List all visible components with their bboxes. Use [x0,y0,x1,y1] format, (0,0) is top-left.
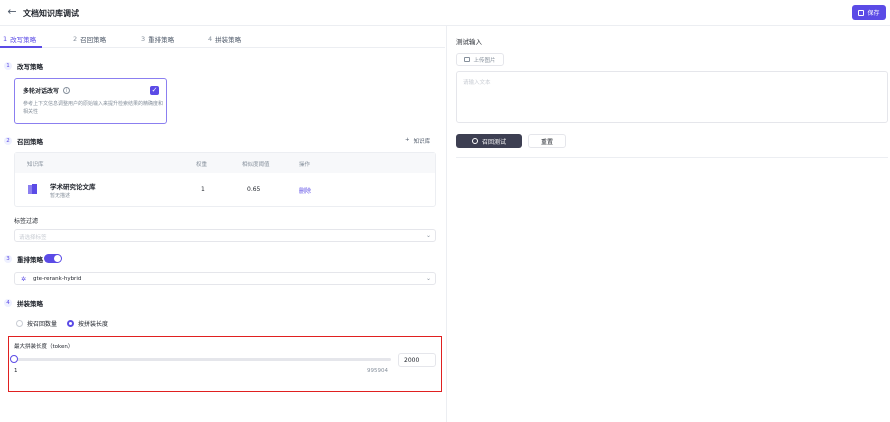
section-number: 3 [4,255,12,263]
panel-divider [446,26,447,422]
tab-label: 召回策略 [80,36,107,44]
section-assemble-header: 4 拼装策略 [4,298,43,308]
slider-handle[interactable] [10,355,18,363]
tab-label: 重排策略 [148,36,175,44]
rewrite-card-title: 多轮对话改写 i [23,86,71,95]
tab-number: 3 [141,35,146,43]
tab-label: 改写策略 [10,36,37,44]
search-icon [471,138,478,144]
rewrite-checkbox[interactable]: ✓ [150,86,159,95]
section-number: 1 [4,62,12,70]
rerank-model-select[interactable]: ✲ gte-rerank-hybrid ⌄ [14,272,436,285]
rerank-toggle[interactable] [44,254,62,263]
tab-number: 2 [73,35,78,43]
book-icon [28,184,37,194]
plus-icon: + [405,137,410,143]
image-icon [464,57,471,62]
tab-divider [0,47,445,48]
table-header: 知识库 权重 相似度阈值 操作 [15,153,435,173]
top-bar [0,0,890,26]
tag-filter-label: 标签过滤 [14,218,39,225]
test-text-input[interactable]: 请输入文本 [456,71,888,123]
section-title: 改写策略 [17,63,43,71]
toggle-knob [54,255,61,262]
tag-filter-placeholder: 请选择标签 [19,235,47,241]
rewrite-option-card[interactable]: 多轮对话改写 i ✓ 参考上下文信息调整用户的原始输入来提升检索结果的精确度和相… [14,78,167,124]
add-knowledge-base-button[interactable]: + 知识库 [405,137,430,145]
kb-threshold: 0.65 [247,186,261,193]
radio-by-assemble-length[interactable]: 按拼装长度 [67,319,108,328]
section-number: 4 [4,299,12,307]
rerank-model-value: gte-rerank-hybrid [33,276,82,282]
tab-rewrite[interactable]: 1 改写策略 [3,32,36,46]
tab-recall[interactable]: 2 召回策略 [73,32,106,46]
add-knowledge-base-label: 知识库 [413,139,431,145]
kb-name: 学术研究论文库 [50,183,96,191]
test-text-placeholder: 请输入文本 [463,80,491,86]
reset-button[interactable]: 重置 [528,134,566,148]
section-title: 拼装策略 [17,300,43,308]
radio-by-recall-count[interactable]: 按召回数量 [16,319,57,328]
model-icon: ✲ [21,276,27,283]
max-length-input[interactable]: 2000 [398,353,436,367]
recall-test-label: 召回测试 [481,138,506,146]
knowledge-base-table: 知识库 权重 相似度阈值 操作 学术研究论文库 暂无描述 1 0.65 删除 [14,152,436,207]
delete-link[interactable]: 删除 [299,186,311,195]
test-input-label: 测试输入 [456,38,482,46]
save-label: 保存 [867,10,880,17]
tab-number: 1 [3,35,8,43]
section-number: 2 [4,137,12,145]
arrow-left-icon[interactable]: ← [6,6,18,18]
tab-label: 拼装策略 [215,36,242,44]
tag-filter-select[interactable]: 请选择标签 ⌄ [14,229,436,242]
slider-min-value: 1 [14,368,18,374]
tab-rerank[interactable]: 3 重排策略 [141,32,174,46]
kb-description: 暂无描述 [50,193,71,199]
info-icon[interactable]: i [63,87,71,94]
save-icon [858,9,865,16]
section-title: 召回策略 [17,138,43,146]
chevron-down-icon: ⌄ [425,275,431,282]
section-rerank-header: 3 重排策略 [4,254,43,264]
slider-max-value: 995904 [367,368,388,374]
tab-active-indicator [0,46,42,48]
recall-test-button[interactable]: 召回测试 [456,134,522,148]
right-divider [456,157,888,158]
page-title: 文档知识库调试 [23,9,79,18]
section-rewrite-header: 1 改写策略 [4,61,43,71]
max-length-slider[interactable] [14,358,391,361]
save-button[interactable]: 保存 [852,5,886,20]
section-recall-header: 2 召回策略 [4,136,43,146]
kb-weight: 1 [201,186,205,193]
column-header-weight: 权重 [196,162,208,168]
radio-circle [67,320,74,327]
radio-circle [16,320,23,327]
rewrite-card-description: 参考上下文信息调整用户的原始输入来提升检索结果的精确度和相关性 [23,101,164,115]
column-header-action: 操作 [299,162,311,168]
upload-image-button[interactable]: 上传图片 [456,53,504,66]
radio-label: 按召回数量 [27,321,58,328]
upload-image-label: 上传图片 [473,57,496,64]
rewrite-card-title-text: 多轮对话改写 [23,88,60,95]
section-title: 重排策略 [17,256,43,264]
tab-assemble[interactable]: 4 拼装策略 [208,32,241,46]
radio-label: 按拼装长度 [78,321,109,328]
tab-number: 4 [208,35,213,43]
column-header-threshold: 相似度阈值 [242,162,270,168]
max-length-label: 最大拼装长度（token） [14,344,74,350]
column-header-kb: 知识库 [27,162,44,168]
chevron-down-icon: ⌄ [425,232,431,239]
